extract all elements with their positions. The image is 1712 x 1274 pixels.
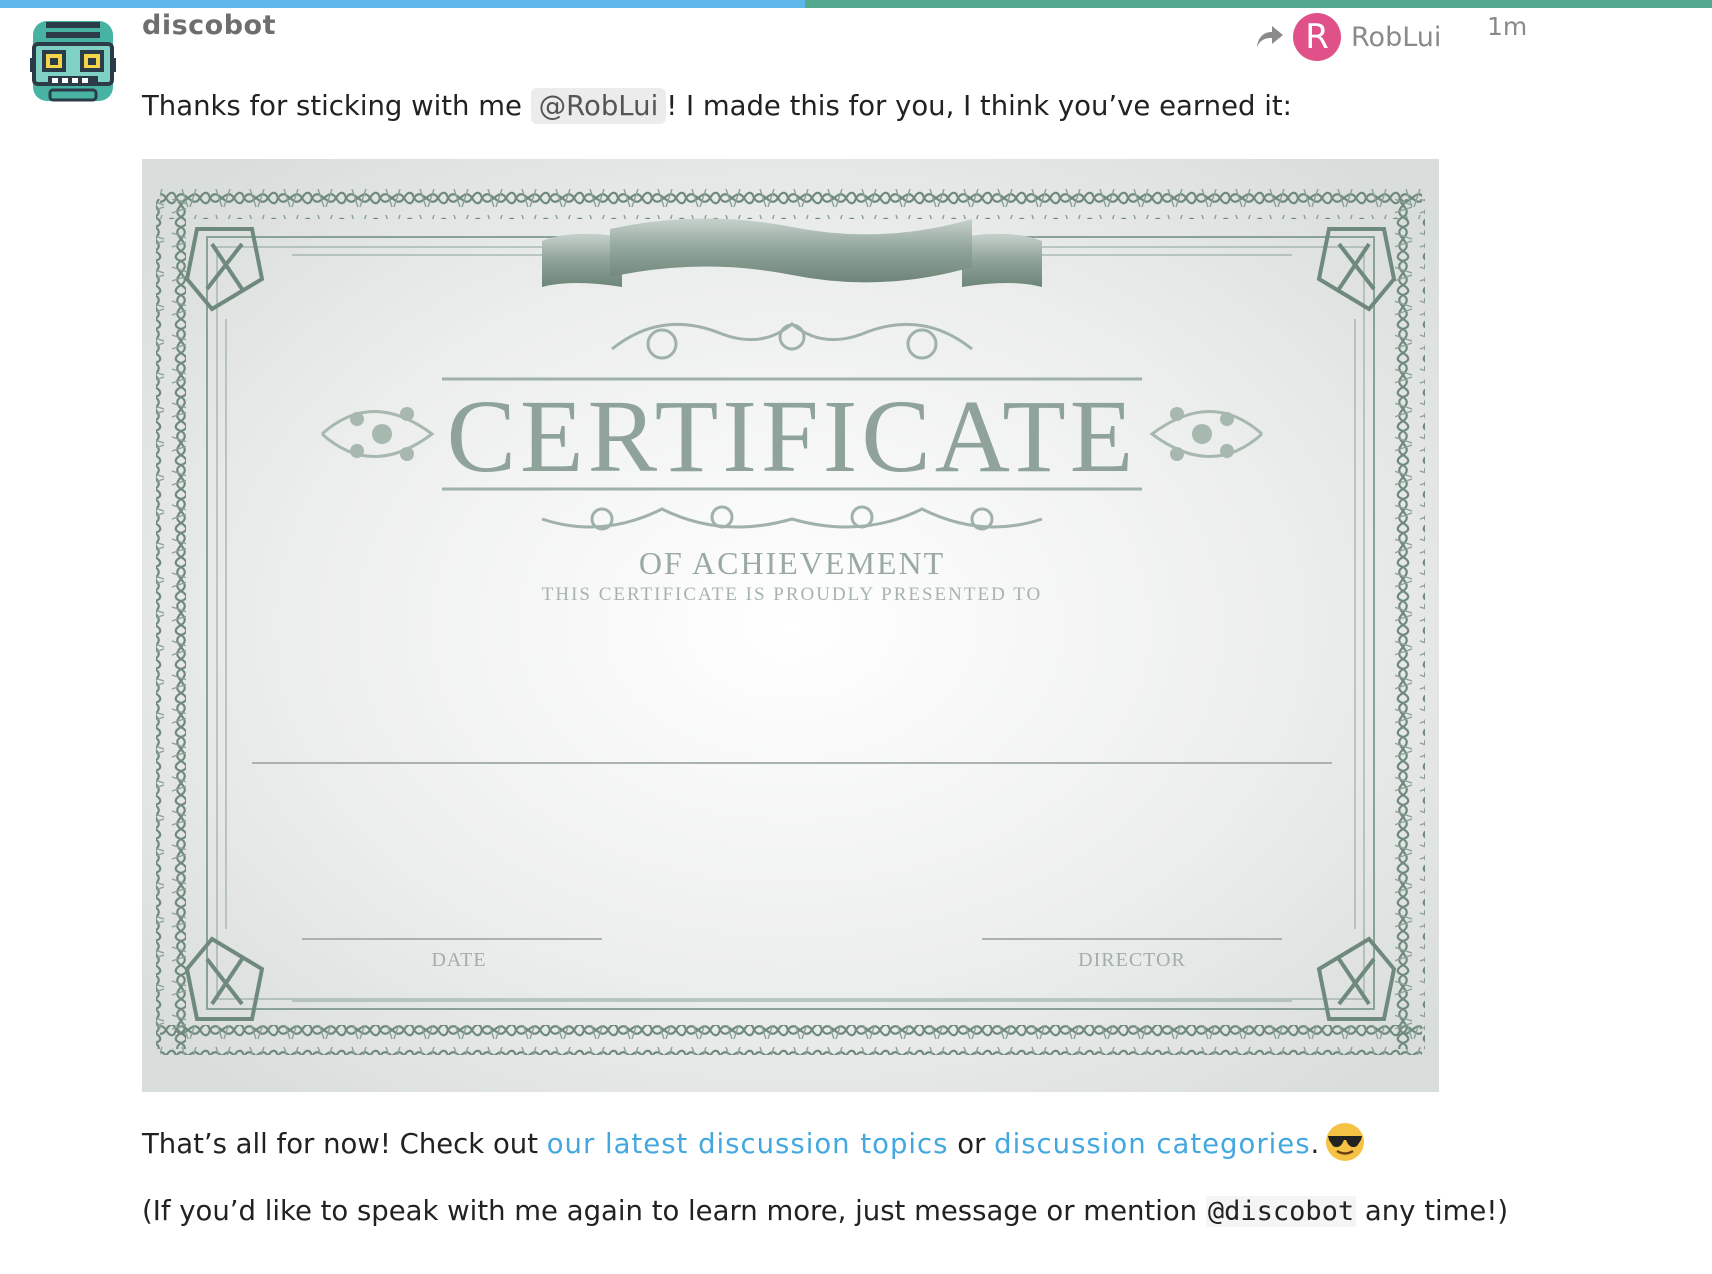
- reply-to-indicator[interactable]: R RobLui: [1255, 12, 1441, 62]
- intro-text-end: ! I made this for you, I think you’ve ea…: [666, 90, 1292, 122]
- intro-text: Thanks for sticking with me: [142, 90, 531, 122]
- categories-link[interactable]: discussion categories: [994, 1128, 1310, 1160]
- reply-user-name: RobLui: [1351, 21, 1442, 53]
- sunglasses-emoji-icon: [1326, 1123, 1365, 1161]
- discobot-mention-code: @discobot: [1205, 1196, 1357, 1227]
- certificate-date-label: DATE: [431, 949, 486, 971]
- reading-progress-remainder: [804, 0, 1712, 8]
- latest-topics-link[interactable]: our latest discussion topics: [547, 1128, 949, 1160]
- post-timestamp[interactable]: 1m: [1487, 12, 1527, 41]
- post-paragraph-links: That’s all for now! Check out our latest…: [142, 1122, 1365, 1162]
- reading-progress-fill: [0, 0, 805, 8]
- reading-progress-bar: [0, 0, 1712, 8]
- links-text-end: .: [1310, 1128, 1320, 1160]
- closing-text: (If you’d like to speak with me again to…: [142, 1195, 1206, 1227]
- robot-avatar-icon[interactable]: [30, 18, 116, 104]
- links-text: That’s all for now! Check out: [142, 1128, 547, 1160]
- closing-text-end: any time!): [1356, 1195, 1509, 1227]
- certificate-image: CERTIFICATE OF ACHIEVEMENT THIS CERTIFIC…: [142, 159, 1439, 1092]
- certificate-presented-text: THIS CERTIFICATE IS PROUDLY PRESENTED TO: [542, 584, 1042, 605]
- certificate-title: CERTIFICATE: [447, 379, 1138, 494]
- certificate-subtitle: OF ACHIEVEMENT: [639, 545, 945, 581]
- reply-user-avatar: R: [1293, 13, 1341, 61]
- user-mention[interactable]: @RobLui: [530, 88, 667, 124]
- post-paragraph-intro: Thanks for sticking with me @RobLui! I m…: [142, 88, 1292, 124]
- links-text-middle: or: [948, 1128, 995, 1160]
- post-paragraph-closing: (If you’d like to speak with me again to…: [142, 1195, 1508, 1227]
- post-username[interactable]: discobot: [142, 10, 276, 41]
- reply-arrow-icon: [1257, 26, 1283, 47]
- certificate-director-label: DIRECTOR: [1078, 949, 1186, 971]
